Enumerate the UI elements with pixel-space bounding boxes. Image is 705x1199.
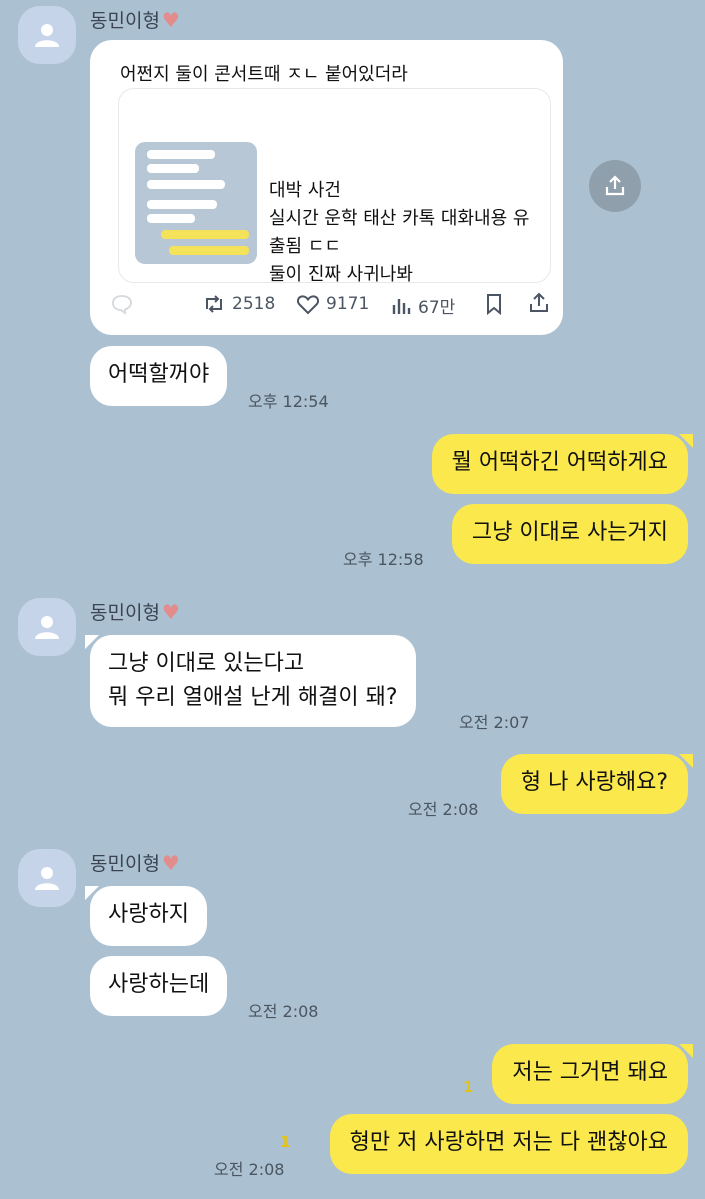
sent-message[interactable]: 뭘 어떡하긴 어떡하게요 [431,434,688,494]
heart-icon: ♥ [161,599,180,624]
avatar[interactable] [18,849,76,907]
chat-thumbnail [135,142,257,264]
share-button[interactable] [589,160,641,212]
person-icon [35,867,59,890]
like-stat[interactable]: 9171 [296,293,369,315]
retweet-stat[interactable]: 2518 [202,293,275,315]
link-preview[interactable]: 대박 사건 실시간 운학 태산 카톡 대화내용 유 출됨 ㄷㄷ 둘이 진짜 사귀… [118,88,551,285]
message-time: 오전 2:07 [459,713,530,732]
sender-name: 동민이형 ♥ [90,599,180,625]
received-message[interactable]: 어떡할꺼야 [90,346,228,406]
like-icon [296,295,320,315]
message-time: 오전 2:08 [248,1002,319,1021]
views-stat[interactable]: 67만 [390,293,455,318]
sent-message[interactable]: 형 나 사랑해요? [500,754,688,814]
share-icon [605,175,625,196]
bubble-tail [679,754,693,768]
heart-icon: ♥ [161,850,180,875]
heart-icon: ♥ [161,7,180,32]
received-message[interactable]: 그냥 이대로 있는다고 뭐 우리 열애설 난게 해결이 돼? [90,635,416,727]
received-message[interactable]: 사랑하지 [90,886,207,946]
link-title: 대박 사건 실시간 운학 태산 카톡 대화내용 유 출됨 ㄷㄷ 둘이 진짜 사귀… [269,180,530,285]
avatar[interactable] [18,598,76,656]
sent-message[interactable]: 저는 그거면 돼요 [492,1044,688,1104]
bubble-tail [679,1044,693,1058]
message-time: 오전 2:08 [214,1160,285,1179]
comment-icon[interactable] [110,292,134,320]
sender-name: 동민이형 ♥ [90,7,180,33]
retweet-icon [206,295,222,313]
unread-count: 1 [463,1078,474,1096]
bookmark-icon[interactable] [484,293,504,319]
sent-message[interactable]: 그냥 이대로 사는거지 [451,504,688,564]
views-icon [392,298,411,314]
received-message[interactable]: 사랑하는데 [90,956,228,1016]
person-icon [35,616,59,639]
message-time: 오전 2:08 [408,800,479,819]
unread-count: 1 [280,1133,291,1151]
message-time: 오후 12:58 [343,550,424,569]
post-text: 어쩐지 둘이 콘서트때 ㅈㄴ 붙어있더라 [120,64,408,85]
sender-name: 동민이형 ♥ [90,850,180,876]
message-time: 오후 12:54 [248,392,329,411]
person-icon [35,24,59,47]
share-icon[interactable] [528,292,550,318]
avatar[interactable] [18,6,76,64]
bubble-tail [679,434,693,448]
sent-message[interactable]: 형만 저 사랑하면 저는 다 괜찮아요 [329,1114,688,1174]
shared-post-card[interactable]: 어쩐지 둘이 콘서트때 ㅈㄴ 붙어있더라 대박 사건 실시간 운학 태산 카톡 … [90,40,563,335]
